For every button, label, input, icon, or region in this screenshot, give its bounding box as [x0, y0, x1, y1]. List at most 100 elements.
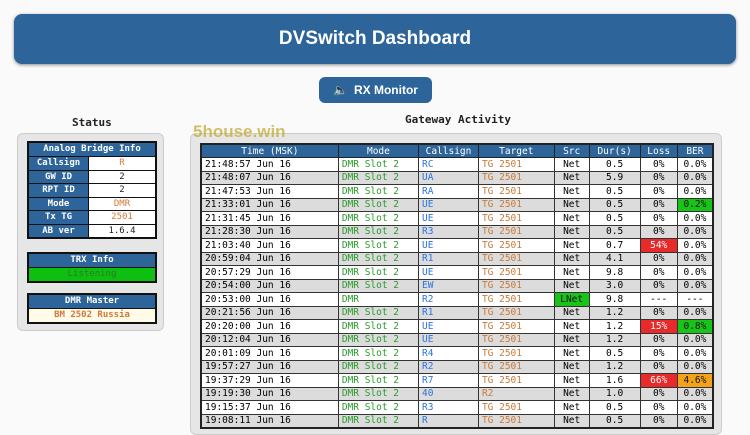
- target-cell[interactable]: R2: [477, 386, 555, 401]
- target-cell[interactable]: TG 2501: [477, 292, 555, 307]
- time-cell: 20:21:56 Jun 16: [200, 305, 339, 320]
- target-cell[interactable]: TG 2501: [477, 359, 555, 374]
- callsign-cell[interactable]: EW: [418, 278, 479, 293]
- callsign-cell[interactable]: RA: [418, 184, 479, 199]
- callsign-cell[interactable]: R7: [418, 373, 479, 388]
- mode-cell: DMR Slot 2: [337, 238, 420, 253]
- analog-bridge-info: Analog Bridge Info Callsign R GW ID 2 RPT ID…: [27, 141, 157, 239]
- target-cell[interactable]: TG 2501: [477, 197, 555, 212]
- column-header[interactable]: Mode: [337, 143, 420, 158]
- target-cell[interactable]: TG 2501: [477, 278, 555, 293]
- table-row: 20:57:29 Jun 16 DMR Slot 2 UE TG 2501 Net 9.8…: [200, 265, 714, 280]
- target-cell[interactable]: TG 2501: [477, 332, 555, 347]
- target-cell[interactable]: TG 2501: [477, 413, 555, 429]
- target-cell[interactable]: TG 2501: [477, 265, 555, 280]
- callsign-cell[interactable]: R1: [418, 251, 479, 266]
- target-cell[interactable]: TG 2501: [477, 184, 555, 199]
- src-cell: Net: [553, 211, 590, 226]
- src-cell: Net: [553, 386, 590, 401]
- time-cell: 21:31:45 Jun 16: [200, 211, 339, 226]
- target-cell[interactable]: TG 2501: [477, 238, 555, 253]
- callsign-cell[interactable]: UE: [418, 332, 479, 347]
- status-heading: Status: [72, 116, 112, 129]
- src-cell: Net: [553, 184, 590, 199]
- callsign-cell[interactable]: 40: [418, 386, 479, 401]
- callsign-cell[interactable]: R: [418, 413, 479, 429]
- duration-cell: 0.5: [588, 157, 641, 172]
- column-header[interactable]: Dur(s): [588, 143, 641, 158]
- ber-cell: 0.0%: [676, 400, 714, 415]
- src-cell: Net: [553, 413, 590, 429]
- time-cell: 21:47:53 Jun 16: [200, 184, 339, 199]
- callsign-cell[interactable]: R2: [418, 292, 479, 307]
- callsign-cell[interactable]: UE: [418, 265, 479, 280]
- target-cell[interactable]: TG 2501: [477, 305, 555, 320]
- ber-cell: 0.0%: [676, 278, 714, 293]
- loss-cell: 0%: [639, 157, 678, 172]
- info-value: 1.6.4: [89, 224, 155, 237]
- mode-cell: DMR Slot 2: [337, 305, 420, 320]
- info-key: Mode: [29, 197, 89, 210]
- loss-cell: 54%: [639, 238, 678, 253]
- rx-monitor-button[interactable]: 🔈 RX Monitor: [319, 77, 432, 103]
- target-cell[interactable]: TG 2501: [477, 373, 555, 388]
- duration-cell: 5.9: [588, 170, 641, 185]
- target-cell[interactable]: TG 2501: [477, 319, 555, 334]
- column-header[interactable]: Target: [477, 143, 555, 158]
- column-header[interactable]: Loss: [639, 143, 678, 158]
- ber-cell: 0.0%: [676, 251, 714, 266]
- ber-cell: 0.0%: [676, 346, 714, 361]
- loss-cell: 0%: [639, 184, 678, 199]
- target-cell[interactable]: TG 2501: [477, 400, 555, 415]
- mode-cell: DMR Slot 2: [337, 197, 420, 212]
- src-cell: Net: [553, 170, 590, 185]
- loss-cell: 0%: [639, 251, 678, 266]
- src-cell: Net: [553, 251, 590, 266]
- dmr-title: DMR Master: [64, 296, 120, 306]
- column-header[interactable]: Src: [553, 143, 590, 158]
- target-cell[interactable]: TG 2501: [477, 157, 555, 172]
- callsign-cell[interactable]: R3: [418, 400, 479, 415]
- table-row: 20:54:00 Jun 16 DMR Slot 2 EW TG 2501 Net 3.0…: [200, 278, 714, 293]
- time-cell: 20:12:04 Jun 16: [200, 332, 339, 347]
- src-cell: Net: [553, 400, 590, 415]
- mode-cell: DMR Slot 2: [337, 319, 420, 334]
- callsign-cell[interactable]: UA: [418, 170, 479, 185]
- ber-cell: 0.0%: [676, 184, 714, 199]
- callsign-cell[interactable]: UE: [418, 197, 479, 212]
- column-header[interactable]: Callsign: [418, 143, 479, 158]
- ber-cell: 0.0%: [676, 305, 714, 320]
- target-cell[interactable]: TG 2501: [477, 346, 555, 361]
- info-row: Tx TG 2501: [29, 210, 155, 224]
- table-row: 19:57:27 Jun 16 DMR Slot 2 R2 TG 2501 Net 1.2…: [200, 359, 714, 374]
- target-cell[interactable]: TG 2501: [477, 224, 555, 239]
- callsign-cell[interactable]: R4: [418, 346, 479, 361]
- callsign-cell[interactable]: RC: [418, 157, 479, 172]
- callsign-cell[interactable]: R1: [418, 305, 479, 320]
- target-cell[interactable]: TG 2501: [477, 170, 555, 185]
- watermark: 5house.win: [193, 122, 286, 141]
- callsign-cell[interactable]: UE: [418, 319, 479, 334]
- callsign-cell[interactable]: R2: [418, 359, 479, 374]
- info-value: DMR: [89, 197, 155, 210]
- dmr-master-value: BM 2502 Russia: [29, 308, 155, 322]
- duration-cell: 1.6: [588, 373, 641, 388]
- ber-cell: 0.0%: [676, 170, 714, 185]
- src-cell: Net: [553, 265, 590, 280]
- target-cell[interactable]: TG 2501: [477, 251, 555, 266]
- info-key: GW ID: [29, 170, 89, 183]
- table-row: 21:31:45 Jun 16 DMR Slot 2 UE TG 2501 Net 0.5…: [200, 211, 714, 226]
- loss-cell: 15%: [639, 319, 678, 334]
- column-header[interactable]: BER: [676, 143, 714, 158]
- time-cell: 19:15:37 Jun 16: [200, 400, 339, 415]
- time-cell: 21:33:01 Jun 16: [200, 197, 339, 212]
- column-header[interactable]: Time (MSK): [200, 143, 339, 158]
- loss-cell: 0%: [639, 346, 678, 361]
- target-cell[interactable]: TG 2501: [477, 211, 555, 226]
- callsign-cell[interactable]: UE: [418, 238, 479, 253]
- table-row: 19:37:29 Jun 16 DMR Slot 2 R7 TG 2501 Net 1.6…: [200, 373, 714, 388]
- src-cell: LNet: [553, 292, 590, 307]
- callsign-cell[interactable]: R3: [418, 224, 479, 239]
- callsign-cell[interactable]: UE: [418, 211, 479, 226]
- info-value: 2: [89, 184, 155, 197]
